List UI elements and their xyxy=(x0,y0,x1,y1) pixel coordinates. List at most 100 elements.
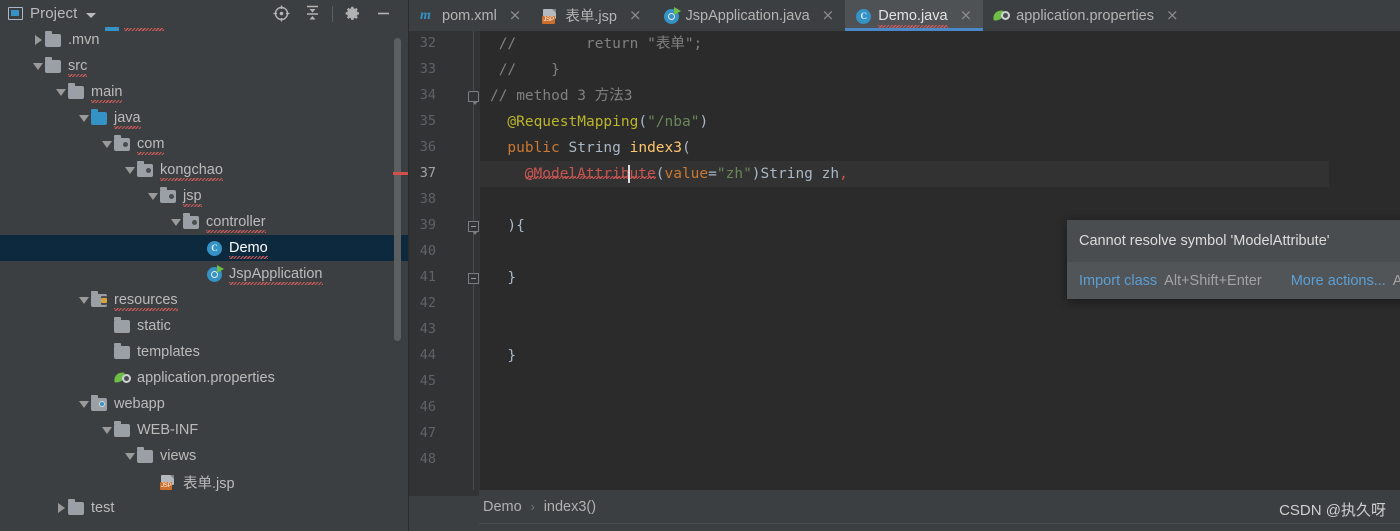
tree-item-kongchao[interactable]: kongchao xyxy=(0,157,409,183)
text-caret xyxy=(628,165,630,183)
hint-actions-row: Import class Alt+Shift+Enter More action… xyxy=(1067,262,1400,299)
code-fold-toggle[interactable] xyxy=(468,91,479,105)
java-class-icon: C xyxy=(855,8,872,24)
code-editor[interactable]: 32 33 34 35 36 37 38 39 40 41 42 43 44 45 46 47 48 // re… xyxy=(409,31,1400,490)
source-folder-icon xyxy=(91,109,109,126)
line-number: 41 xyxy=(419,269,436,285)
tree-item-jsp[interactable]: jsp xyxy=(0,183,409,209)
tree-item-test[interactable]: test xyxy=(0,495,409,521)
breadcrumb-item-method[interactable]: index3() xyxy=(544,499,596,515)
code-fold-toggle[interactable] xyxy=(468,273,479,284)
more-actions-link[interactable]: More actions... xyxy=(1291,273,1386,289)
tree-item-controller[interactable]: controller xyxy=(0,209,409,235)
jsp-file-icon: JSP xyxy=(542,8,559,24)
editor-area: m pom.xml × JSP 表单.jsp × JspApplication.java × C… xyxy=(409,0,1400,531)
editor-tab-pomxml[interactable]: m pom.xml × xyxy=(409,0,532,31)
import-class-shortcut: Alt+Shift+Enter xyxy=(1164,272,1262,289)
tree-item-demo[interactable]: C Demo xyxy=(0,235,409,261)
editor-tab-表单jsp[interactable]: JSP 表单.jsp × xyxy=(532,0,652,31)
line-number: 42 xyxy=(419,295,436,311)
hide-panel-icon[interactable] xyxy=(368,0,399,27)
project-title-group[interactable]: Project xyxy=(0,5,97,22)
locate-icon[interactable] xyxy=(266,0,297,27)
editor-gutter[interactable]: 32 33 34 35 36 37 38 39 40 41 42 43 44 45 46 47 48 xyxy=(409,31,480,490)
chevron-down-icon[interactable] xyxy=(146,183,160,209)
tree-item-resources[interactable]: resources xyxy=(0,287,409,313)
editor-tab-jspapplicationjava[interactable]: JspApplication.java × xyxy=(653,0,846,31)
hint-message-row: Cannot resolve symbol 'ModelAttribute' xyxy=(1067,220,1400,262)
import-class-link[interactable]: Import class xyxy=(1079,273,1157,289)
chevron-down-icon[interactable] xyxy=(100,131,114,157)
tree-item-label: main xyxy=(91,84,123,103)
tree-item-label: resources xyxy=(114,292,178,311)
intention-hint-popup[interactable]: Cannot resolve symbol 'ModelAttribute' I… xyxy=(1067,220,1400,299)
tree-item-java[interactable]: java xyxy=(0,105,409,131)
code-line: @RequestMapping("/nba") xyxy=(480,109,708,135)
chevron-down-icon[interactable] xyxy=(86,12,97,18)
tree-item-web-inf[interactable]: WEB-INF xyxy=(0,417,409,443)
tree-item-表单.jsp[interactable]: JSP 表单.jsp xyxy=(0,469,409,495)
code-fold-toggle[interactable] xyxy=(468,221,479,235)
code-token: zh xyxy=(821,166,840,182)
tree-item-label: 表单.jsp xyxy=(183,475,235,492)
chevron-down-icon[interactable] xyxy=(100,417,114,443)
code-token: ModelAttribute xyxy=(533,166,656,182)
breadcrumb[interactable]: Demo › index3() xyxy=(483,490,596,524)
code-token: ) xyxy=(699,114,709,130)
tree-item-.mvn[interactable]: .mvn xyxy=(0,27,409,53)
tree-item-views[interactable]: views xyxy=(0,443,409,469)
tree-item-main[interactable]: main xyxy=(0,79,409,105)
editor-tab-applicationproperties[interactable]: application.properties × xyxy=(983,0,1189,31)
tree-item-static[interactable]: static xyxy=(0,313,409,339)
chevron-right-icon[interactable] xyxy=(31,27,45,53)
tree-item-application.properties[interactable]: application.properties xyxy=(0,365,409,391)
line-number: 40 xyxy=(419,243,436,259)
tree-item-label: com xyxy=(137,136,165,155)
chevron-right-icon[interactable] xyxy=(54,495,68,521)
project-tree[interactable]: .mvn src main java com kongchao jsp controller C… xyxy=(0,27,409,531)
chevron-down-icon[interactable] xyxy=(77,391,91,417)
chevron-down-icon[interactable] xyxy=(31,53,45,79)
code-token: String xyxy=(568,140,630,156)
close-icon[interactable]: × xyxy=(507,6,524,25)
code-line: @ModelAttribute(value="zh")String zh, xyxy=(480,161,848,187)
settings-gear-icon[interactable] xyxy=(337,0,368,27)
chevron-down-icon[interactable] xyxy=(169,209,183,235)
tree-item-label: .mvn xyxy=(68,32,100,48)
spring-app-icon xyxy=(663,6,681,24)
project-tree-scrollbar[interactable] xyxy=(394,38,401,341)
tree-item-label: WEB-INF xyxy=(137,422,199,438)
chevron-down-icon[interactable] xyxy=(77,105,91,131)
gutter-stub xyxy=(409,490,479,496)
line-number: 39 xyxy=(419,217,436,233)
line-number: 37 xyxy=(419,165,436,181)
code-line: } xyxy=(480,343,516,369)
tree-item-templates[interactable]: templates xyxy=(0,339,409,365)
collapse-all-icon[interactable] xyxy=(297,0,328,27)
code-token: } xyxy=(507,270,517,286)
more-actions-shortcut: Alt+Enter xyxy=(1392,272,1400,289)
chevron-down-icon[interactable] xyxy=(123,157,137,183)
close-icon[interactable]: × xyxy=(627,6,644,25)
tree-item-src[interactable]: src xyxy=(0,53,409,79)
close-icon[interactable]: × xyxy=(1164,6,1181,25)
close-icon[interactable]: × xyxy=(820,6,837,25)
tree-item-webapp[interactable]: webapp xyxy=(0,391,409,417)
editor-tab-bar: m pom.xml × JSP 表单.jsp × JspApplication.java × C… xyxy=(409,0,1400,31)
line-number: 48 xyxy=(419,451,436,467)
ide-window: Project .mvn src main java com kongchao … xyxy=(0,0,1400,531)
chevron-down-icon[interactable] xyxy=(77,287,91,313)
code-token: } xyxy=(507,348,517,364)
spring-app-icon xyxy=(206,265,224,282)
close-icon[interactable]: × xyxy=(958,6,975,25)
folder-icon xyxy=(45,57,63,74)
chevron-down-icon[interactable] xyxy=(123,443,137,469)
chevron-down-icon[interactable] xyxy=(54,79,68,105)
tree-item-jspapplication[interactable]: JspApplication xyxy=(0,261,409,287)
editor-tab-demojava[interactable]: C Demo.java × xyxy=(845,0,984,31)
tree-item-com[interactable]: com xyxy=(0,131,409,157)
breadcrumb-item-class[interactable]: Demo xyxy=(483,499,522,515)
tree-item-label: static xyxy=(137,318,171,334)
code-token: @RequestMapping xyxy=(507,114,639,130)
